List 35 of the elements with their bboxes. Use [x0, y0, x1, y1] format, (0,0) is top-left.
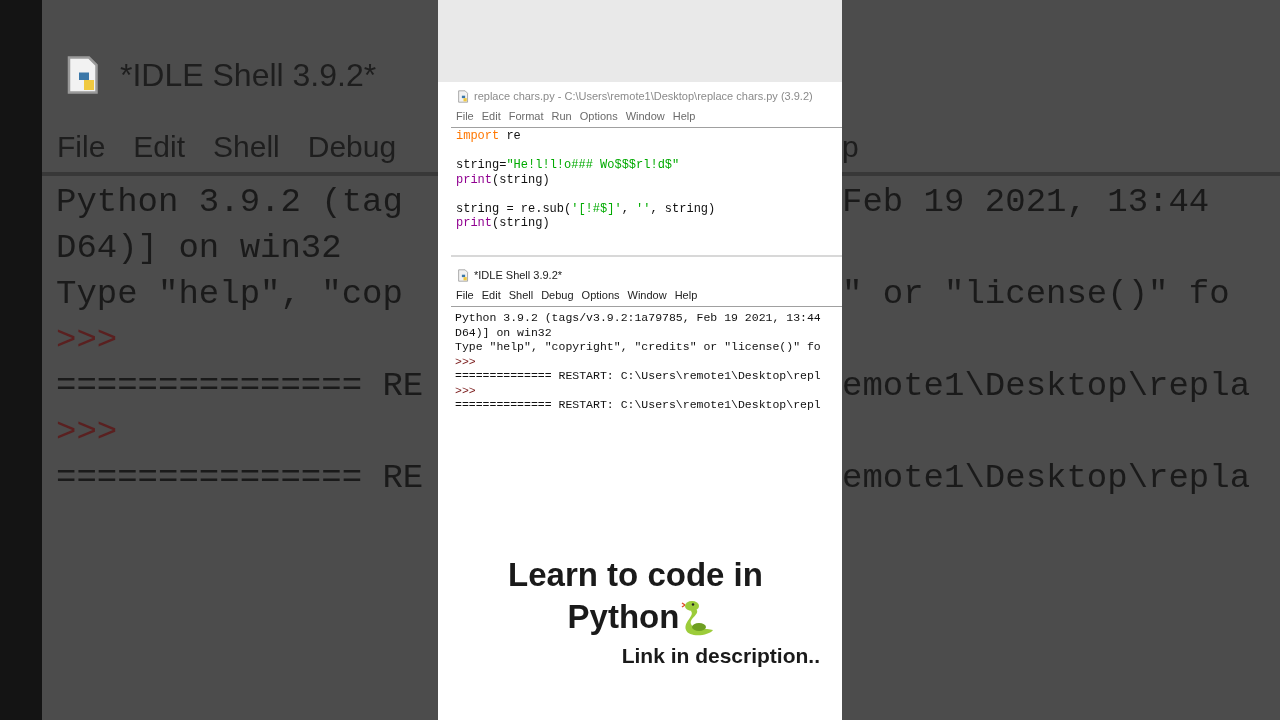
code-line: print(string): [456, 216, 550, 230]
menu-item[interactable]: Shell: [508, 287, 534, 304]
shell-line: ============== RESTART: C:\Users\remote1\Desktop\repl: [455, 398, 821, 411]
menu-item[interactable]: Format: [508, 108, 544, 125]
shell-line: ============== RESTART: C:\Users\remote1\Desktop\repl: [455, 369, 821, 382]
caption-text: Python: [567, 596, 680, 637]
code-line: print(string): [456, 172, 550, 187]
menu-item[interactable]: Help: [672, 108, 696, 125]
shell-line: >>>: [455, 354, 476, 368]
menu-item[interactable]: Run: [551, 108, 572, 125]
code-line: string="He!l!l!o### Wo$$$rl!d$": [456, 158, 680, 172]
menu-item[interactable]: Help: [674, 287, 698, 304]
menu-item[interactable]: Debug: [541, 287, 574, 304]
menu-item[interactable]: Options: [581, 287, 620, 304]
python-file-icon: [457, 89, 470, 103]
shell-line: D64)] on win32: [455, 325, 552, 339]
shell-line: >>>: [455, 383, 476, 397]
menu-item[interactable]: Window: [627, 287, 667, 304]
window-title: *IDLE Shell 3.9.2*: [474, 267, 563, 283]
menu-item[interactable]: Window: [625, 108, 665, 125]
shell-line: Python 3.9.2 (tags/v3.9.2:1a79785, Feb 19 2021, 13:44: [455, 311, 821, 324]
shell-line: Type "help", "copyright", "credits" or "license()" fo: [455, 340, 821, 353]
menu-item[interactable]: File: [456, 287, 474, 304]
caption-text: Learn to code in: [508, 554, 763, 595]
code-line: import re: [456, 129, 521, 143]
shell-line: >>>: [56, 319, 118, 361]
caption-text: Link in description..: [621, 642, 820, 669]
menu-item[interactable]: Edit: [481, 287, 501, 304]
menu-item[interactable]: Options: [579, 108, 618, 125]
menu-item[interactable]: File: [456, 108, 474, 125]
menu-item[interactable]: Edit: [481, 108, 501, 125]
code-line: string = re.sub('[!#$]', '', string): [456, 201, 716, 216]
window-title: replace chars.py - C:\Users\remote1\Desktop\replace chars.py (3.9.2): [474, 88, 813, 104]
python-file-icon: [457, 268, 470, 282]
shell-line: >>>: [56, 411, 118, 453]
